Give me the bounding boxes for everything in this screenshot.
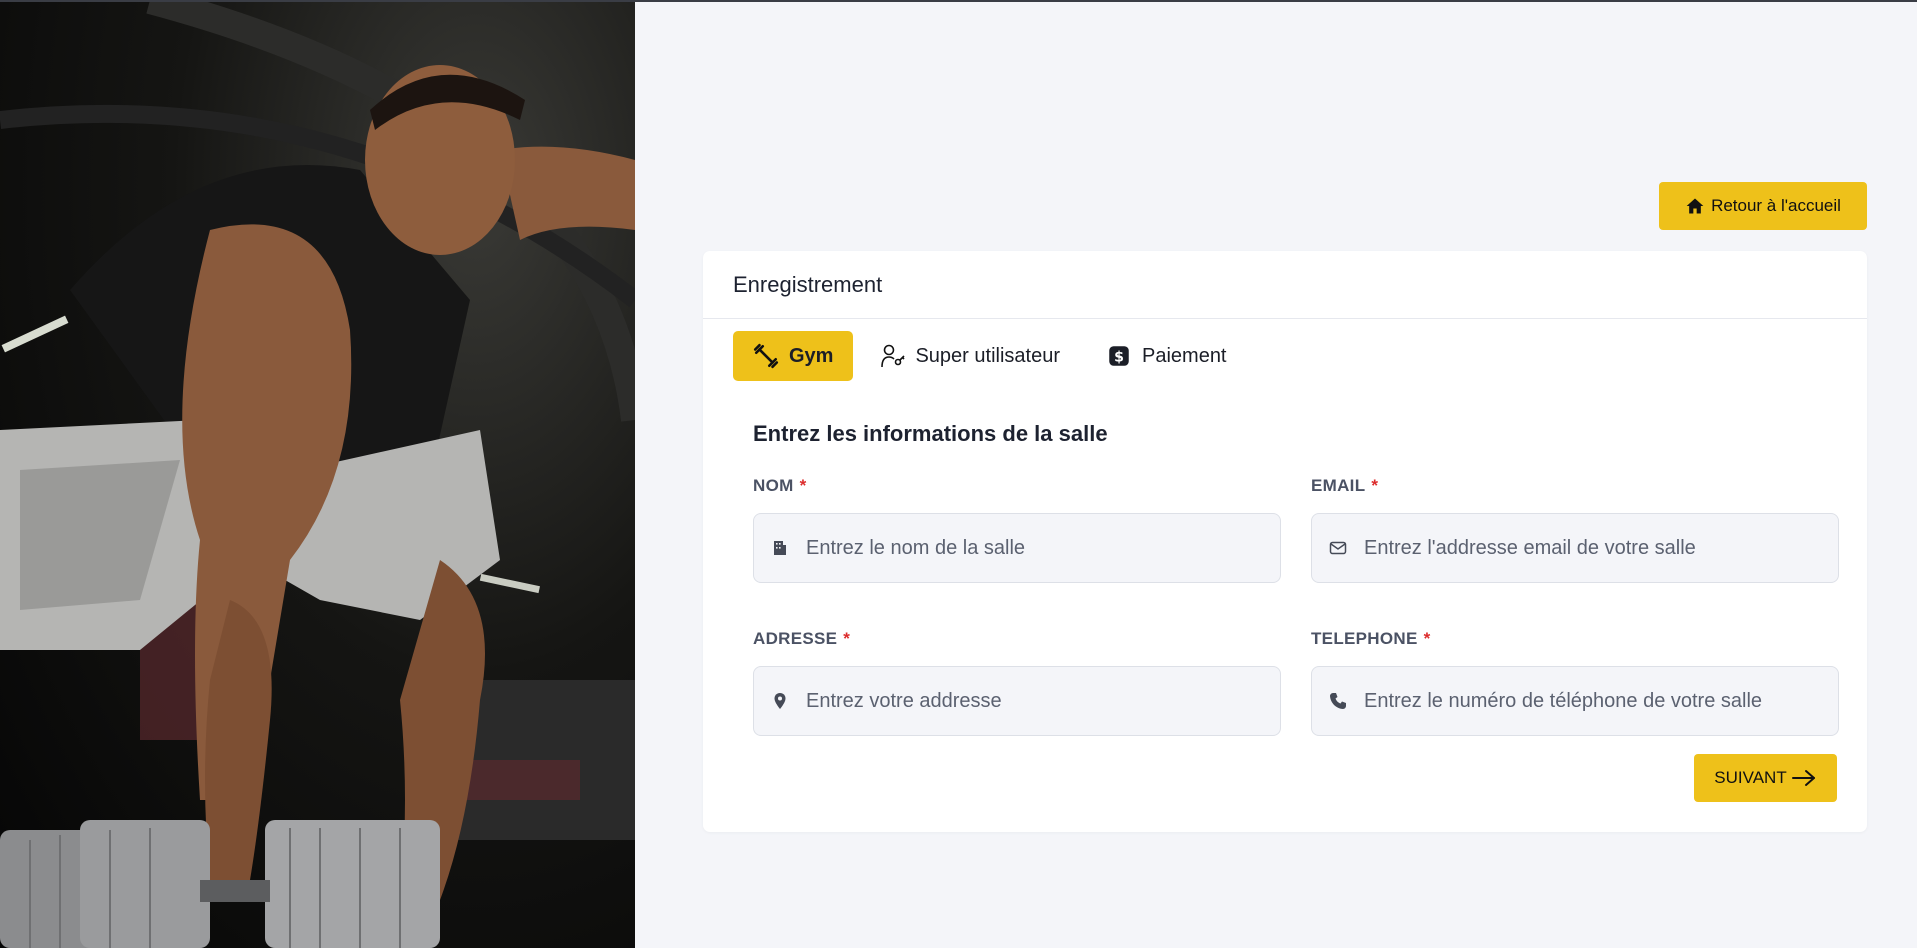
dollar-icon: $	[1109, 346, 1129, 366]
user-key-icon	[881, 344, 906, 368]
field-adresse: ADRESSE *	[753, 626, 1281, 736]
email-label: EMAIL	[1311, 476, 1366, 495]
tab-payment[interactable]: $ Paiement	[1086, 331, 1247, 381]
map-pin-icon	[774, 693, 786, 709]
field-email: EMAIL *	[1311, 473, 1839, 583]
tab-gym-label: Gym	[789, 344, 834, 367]
top-border	[0, 0, 1917, 2]
nom-input-wrapper	[753, 513, 1281, 583]
dumbbell-icon	[753, 343, 779, 369]
step-tabs: Gym Super utilisateur $ Paiement	[733, 331, 1247, 381]
adresse-input[interactable]	[806, 689, 1280, 713]
required-mark: *	[843, 629, 851, 648]
phone-icon	[1330, 693, 1346, 709]
required-mark: *	[799, 476, 807, 495]
svg-text:$: $	[1114, 349, 1124, 365]
tab-super-user[interactable]: Super utilisateur	[859, 331, 1080, 381]
home-icon	[1686, 198, 1704, 214]
field-nom: NOM *	[753, 473, 1281, 583]
arrow-right-icon	[1791, 770, 1815, 786]
email-input-wrapper	[1311, 513, 1839, 583]
card-title: Enregistrement	[703, 251, 1867, 319]
email-input[interactable]	[1364, 536, 1838, 560]
section-title: Entrez les informations de la salle	[753, 421, 1108, 446]
nom-label: NOM	[753, 476, 794, 495]
registration-card: Enregistrement Gym Super utilisateur $ P…	[703, 251, 1867, 832]
telephone-input-wrapper	[1311, 666, 1839, 736]
next-button-label: SUIVANT	[1714, 768, 1787, 787]
adresse-label: ADRESSE	[753, 629, 838, 648]
envelope-icon	[1329, 541, 1347, 555]
required-mark: *	[1371, 476, 1379, 495]
home-button[interactable]: Retour à l'accueil	[1659, 182, 1867, 230]
next-button[interactable]: SUIVANT	[1694, 754, 1837, 802]
required-mark: *	[1423, 629, 1431, 648]
bodybuilder-illustration	[0, 0, 635, 948]
hero-image	[0, 0, 635, 948]
telephone-label: TELEPHONE	[1311, 629, 1418, 648]
nom-input[interactable]	[806, 536, 1280, 560]
tab-gym[interactable]: Gym	[733, 331, 854, 381]
home-button-label: Retour à l'accueil	[1711, 196, 1841, 215]
field-telephone: TELEPHONE *	[1311, 626, 1839, 736]
tab-payment-label: Paiement	[1142, 344, 1227, 367]
adresse-input-wrapper	[753, 666, 1281, 736]
building-icon	[774, 541, 786, 555]
tab-super-user-label: Super utilisateur	[915, 344, 1060, 367]
telephone-input[interactable]	[1364, 689, 1838, 713]
